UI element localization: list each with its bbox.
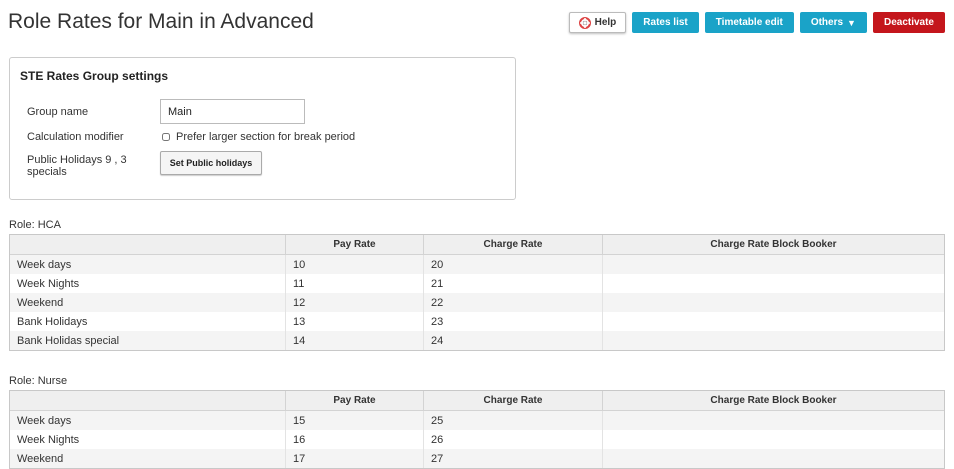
rate-name-cell: Week Nights	[10, 430, 286, 449]
charge-rate-cell: 25	[424, 411, 603, 430]
pay-rate-cell: 14	[286, 331, 424, 350]
table-row: Week days 15 25	[10, 411, 944, 430]
role-label: Role: Nurse	[9, 375, 68, 387]
table-header-row: Pay Rate Charge Rate Charge Rate Block B…	[10, 235, 944, 255]
rates-list-button[interactable]: Rates list	[632, 12, 699, 33]
timetable-edit-button-label: Timetable edit	[715, 17, 783, 28]
set-public-holidays-button[interactable]: Set Public holidays	[160, 151, 262, 175]
column-header	[10, 235, 286, 255]
pay-rate-cell: 13	[286, 312, 424, 331]
rate-name-cell: Week days	[10, 255, 286, 274]
block-booker-cell	[603, 430, 944, 449]
pay-rate-cell: 15	[286, 411, 424, 430]
table-row: Weekend 12 22	[10, 293, 944, 312]
column-header-charge-rate-block-booker: Charge Rate Block Booker	[603, 235, 944, 255]
column-header-pay-rate: Pay Rate	[286, 391, 424, 411]
public-holidays-label-line1: Public Holidays 9 , 3	[27, 154, 127, 166]
rate-name-cell: Bank Holidays	[10, 312, 286, 331]
rate-name-cell: Week Nights	[10, 274, 286, 293]
role-label: Role: HCA	[9, 219, 61, 231]
pay-rate-cell: 11	[286, 274, 424, 293]
caret-down-icon: ▼	[847, 17, 856, 28]
table-row: Bank Holidas special 14 24	[10, 331, 944, 350]
public-holidays-label-line2: specials	[27, 166, 67, 178]
charge-rate-cell: 24	[424, 331, 603, 350]
block-booker-cell	[603, 449, 944, 468]
table-header-row: Pay Rate Charge Rate Charge Rate Block B…	[10, 391, 944, 411]
block-booker-cell	[603, 274, 944, 293]
pay-rate-cell: 10	[286, 255, 424, 274]
block-booker-cell	[603, 331, 944, 350]
help-button[interactable]: Help	[568, 12, 627, 33]
rate-name-cell: Bank Holidas special	[10, 331, 286, 350]
page-title: Role Rates for Main in Advanced	[8, 10, 314, 33]
prefer-larger-section-label: Prefer larger section for break period	[176, 131, 356, 143]
table-row: Week Nights 16 26	[10, 430, 944, 449]
block-booker-cell	[603, 411, 944, 430]
rate-name-cell: Weekend	[10, 449, 286, 468]
lifebuoy-icon	[578, 16, 591, 29]
table-row: Week Nights 11 21	[10, 274, 944, 293]
column-header-charge-rate-block-booker: Charge Rate Block Booker	[603, 391, 944, 411]
column-header-charge-rate: Charge Rate	[424, 235, 603, 255]
column-header-pay-rate: Pay Rate	[286, 235, 424, 255]
rates-table: Pay Rate Charge Rate Charge Rate Block B…	[9, 390, 945, 469]
rates-group-settings-panel: STE Rates Group settings Group name Calc…	[9, 57, 516, 200]
rate-name-cell: Week days	[10, 411, 286, 430]
table-row: Week days 10 20	[10, 255, 944, 274]
calculation-modifier-label: Calculation modifier	[27, 131, 124, 143]
block-booker-cell	[603, 312, 944, 331]
charge-rate-cell: 23	[424, 312, 603, 331]
toolbar: Help Rates list Timetable edit Others ▼ …	[568, 12, 945, 33]
help-button-label: Help	[594, 17, 617, 28]
charge-rate-cell: 26	[424, 430, 603, 449]
rates-table: Pay Rate Charge Rate Charge Rate Block B…	[9, 234, 945, 351]
group-name-label: Group name	[27, 106, 89, 118]
deactivate-button-label: Deactivate	[883, 17, 934, 28]
others-button-label: Others	[810, 17, 844, 28]
pay-rate-cell: 17	[286, 449, 424, 468]
rate-name-cell: Weekend	[10, 293, 286, 312]
column-header	[10, 391, 286, 411]
group-name-input[interactable]	[160, 99, 305, 124]
prefer-larger-section-checkbox[interactable]	[162, 133, 170, 141]
others-dropdown-button[interactable]: Others ▼	[799, 12, 867, 33]
block-booker-cell	[603, 293, 944, 312]
pay-rate-cell: 12	[286, 293, 424, 312]
table-row: Weekend 17 27	[10, 449, 944, 468]
timetable-edit-button[interactable]: Timetable edit	[704, 12, 794, 33]
table-row: Bank Holidays 13 23	[10, 312, 944, 331]
pay-rate-cell: 16	[286, 430, 424, 449]
deactivate-button[interactable]: Deactivate	[872, 12, 945, 33]
column-header-charge-rate: Charge Rate	[424, 391, 603, 411]
charge-rate-cell: 20	[424, 255, 603, 274]
block-booker-cell	[603, 255, 944, 274]
charge-rate-cell: 27	[424, 449, 603, 468]
public-holidays-label: Public Holidays 9 , 3 specials	[27, 154, 127, 178]
settings-title: STE Rates Group settings	[20, 69, 169, 83]
charge-rate-cell: 21	[424, 274, 603, 293]
rates-list-button-label: Rates list	[643, 17, 688, 28]
charge-rate-cell: 22	[424, 293, 603, 312]
